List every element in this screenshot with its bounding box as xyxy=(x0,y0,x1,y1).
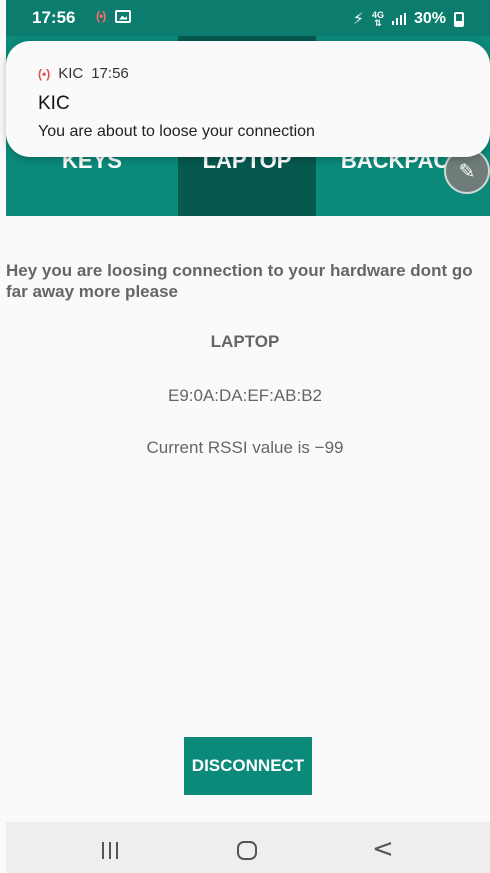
recents-button[interactable] xyxy=(102,842,118,859)
pencil-icon: ✎ xyxy=(458,160,476,183)
notification-title: KIC xyxy=(38,93,70,114)
broadcast-icon: (•) xyxy=(96,9,106,23)
battery-percent: 30% xyxy=(413,10,446,27)
app-icon: (•) xyxy=(38,66,51,81)
no-sync-icon: ⚡ xyxy=(352,11,364,28)
notification-header: (•) KIC 17:56 xyxy=(38,65,129,82)
status-bar: 17:56 (•) ⚡ 4G ⇅ 30% xyxy=(6,0,490,36)
notification-time: 17:56 xyxy=(91,65,129,82)
battery-icon xyxy=(454,11,464,27)
status-system-icons: ⚡ 4G ⇅ 30% xyxy=(353,9,464,29)
notification-body: You are about to loose your connection xyxy=(38,123,315,140)
status-notification-icons: (•) xyxy=(96,9,132,23)
navigation-bar: < xyxy=(6,822,490,873)
mac-address: E9:0A:DA:EF:AB:B2 xyxy=(167,386,322,405)
disconnect-button[interactable]: DISCONNECT xyxy=(184,737,312,795)
heads-up-notification[interactable]: (•) KIC 17:56 KIC You are about to loose… xyxy=(6,41,490,157)
rssi-value: Current RSSI value is −99 xyxy=(146,438,344,457)
status-time: 17:56 xyxy=(32,8,76,27)
signal-icon xyxy=(391,13,406,25)
warning-message: Hey you are loosing connection to your h… xyxy=(6,261,473,301)
home-button[interactable] xyxy=(237,841,257,860)
device-name: LAPTOP xyxy=(210,332,280,351)
network-type-icon: 4G ⇅ xyxy=(371,10,384,28)
image-icon xyxy=(115,9,132,23)
notification-app-name: KIC xyxy=(58,65,84,82)
back-button[interactable]: < xyxy=(372,834,394,864)
